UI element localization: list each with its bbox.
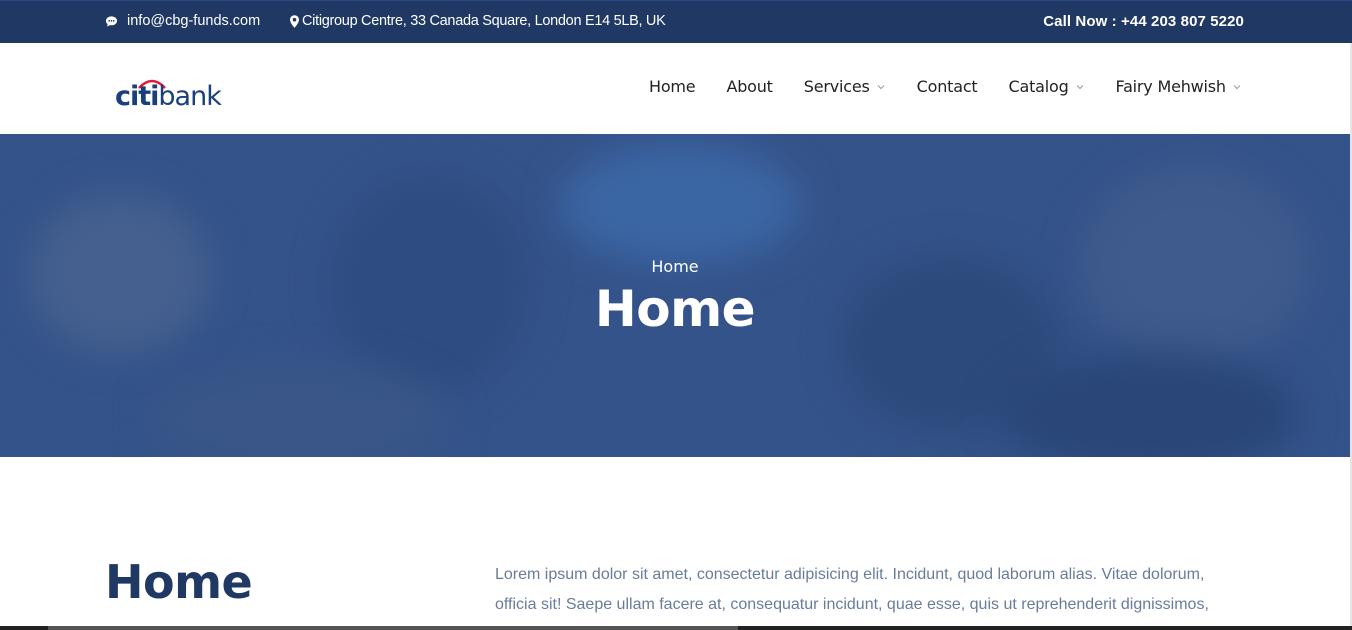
page-title: Home (594, 280, 756, 338)
section-paragraph: Lorem ipsum dolor sit amet, consectetur … (495, 566, 1209, 630)
citibank-logo[interactable]: citibank (115, 77, 227, 112)
contact-address-text: Citigroup Centre, 33 Canada Square, Lond… (302, 13, 666, 29)
chat-bubble-icon (105, 15, 118, 27)
hero-bg-shape (560, 144, 800, 264)
contact-email-text[interactable]: info@cbg-funds.com (127, 13, 260, 29)
chevron-down-icon (1233, 84, 1241, 89)
top-info-bar: info@cbg-funds.com Citigroup Centre, 33 … (0, 0, 1352, 43)
nav-services-label[interactable]: Services (804, 77, 870, 96)
contact-email[interactable]: info@cbg-funds.com (105, 13, 260, 29)
nav-home-label[interactable]: Home (649, 77, 696, 96)
logo-wordmark: citibank (115, 81, 222, 112)
chevron-down-icon (877, 84, 884, 89)
call-now-phone[interactable]: Call Now : +44 203 807 5220 (1043, 13, 1244, 30)
chevron-down-icon (1076, 84, 1083, 89)
logo-bank: bank (158, 81, 221, 112)
nav-contact-label[interactable]: Contact (917, 77, 978, 96)
nav-user-menu[interactable]: Fairy Mehwish (1116, 77, 1242, 96)
nav-catalog-label[interactable]: Catalog (1009, 77, 1069, 96)
nav-catalog[interactable]: Catalog (1009, 77, 1085, 96)
breadcrumb[interactable]: Home (0, 257, 1350, 276)
nav-about-label[interactable]: About (726, 77, 773, 96)
nav-home[interactable]: Home (649, 77, 696, 96)
nav-about[interactable]: About (726, 77, 773, 96)
main-nav: Home About Services Contact Catalog Fair… (649, 77, 1242, 96)
page-hero-banner: Home Home (0, 134, 1350, 457)
horizontal-scrollbar[interactable] (0, 626, 1352, 630)
contact-address: Citigroup Centre, 33 Canada Square, Lond… (290, 13, 666, 29)
site-header: citibank Home About Services Contact Cat… (0, 43, 1352, 134)
section-title: Home (105, 555, 253, 609)
nav-contact[interactable]: Contact (917, 77, 978, 96)
nav-user-label[interactable]: Fairy Mehwish (1116, 77, 1227, 96)
scrollbar-thumb[interactable] (48, 626, 738, 630)
nav-services[interactable]: Services (804, 77, 886, 96)
logo-citi: citi (115, 81, 159, 112)
map-pin-icon (290, 14, 299, 28)
